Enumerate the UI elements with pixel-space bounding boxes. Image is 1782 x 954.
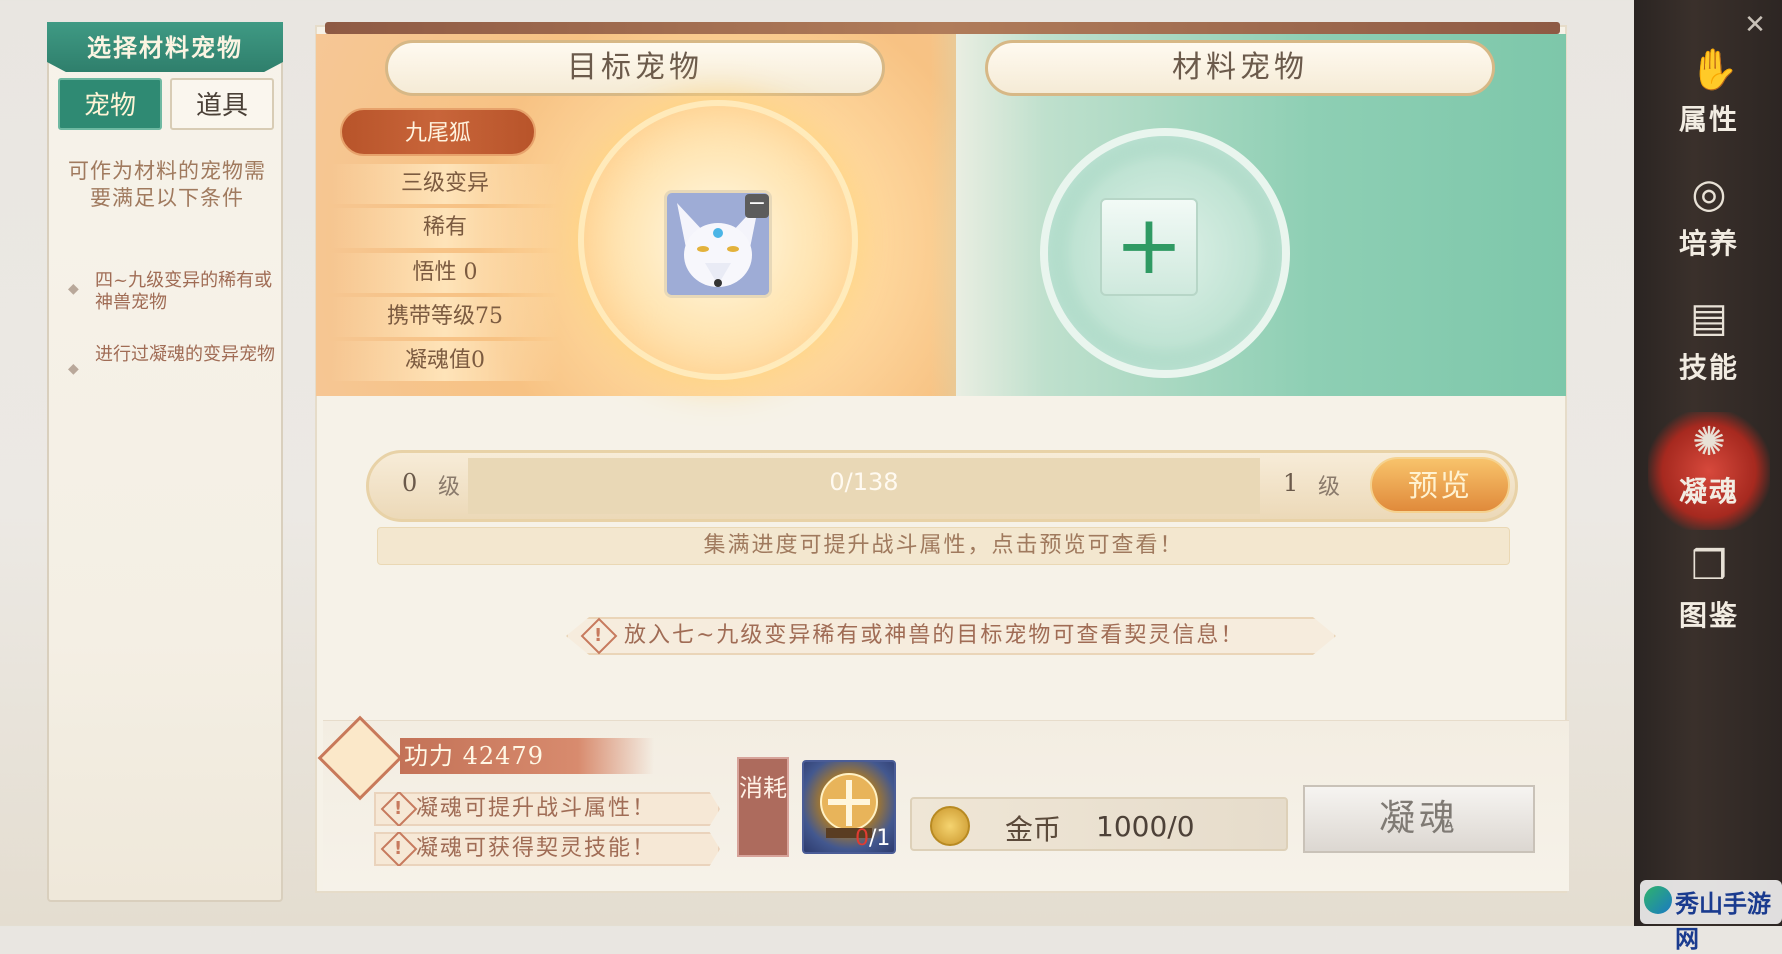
bell-icon: ◎ [1691, 171, 1727, 217]
warning-icon: ! [580, 617, 618, 655]
cost-item-count: 0/1 [855, 826, 890, 851]
tab-pet[interactable]: 宠物 [58, 78, 162, 130]
cost-item-have: 0 [855, 826, 869, 851]
nav-label: 属性 [1678, 103, 1739, 136]
progress-value: 0/138 [829, 468, 899, 496]
nav-label: 图鉴 [1678, 599, 1739, 632]
pet-attribute-soul-value: 凝魂值0 [330, 341, 560, 381]
nav-label: 技能 [1678, 351, 1739, 384]
nav-soul[interactable]: ✺ 凝魂 [1648, 412, 1770, 530]
material-select-panel [47, 22, 283, 902]
watermark-text: 秀山手游网 [1675, 889, 1771, 953]
current-level-unit: 级 [438, 475, 461, 500]
preview-button[interactable]: 预览 [1370, 457, 1510, 513]
plus-icon: + [1114, 198, 1184, 293]
requirement-title: 可作为材料的宠物需要满足以下条件 [68, 159, 266, 210]
warning-icon: ! [380, 832, 418, 866]
next-level-unit: 级 [1318, 475, 1341, 500]
corner-icon[interactable]: ✕ [1740, 10, 1770, 40]
panel-title: 选择材料宠物 [47, 22, 283, 72]
warning-icon: ! [380, 792, 418, 826]
bonus-text: 凝魂可获得契灵技能！ [416, 836, 657, 861]
pet-attribute-carry-level: 携带等级75 [330, 297, 560, 337]
claw-icon: ✋ [1689, 47, 1739, 93]
book-icon: ❒ [1691, 543, 1727, 589]
coin-value: 1000/0 [1096, 810, 1195, 843]
nav-label: 凝魂 [1678, 475, 1739, 508]
pet-attribute-mutation: 三级变异 [330, 164, 560, 204]
nav-attributes[interactable]: ✋ 属性 [1648, 40, 1770, 158]
pet-attribute-rarity: 稀有 [330, 208, 560, 248]
next-level: 1 [1283, 469, 1299, 497]
tab-item[interactable]: 道具 [170, 78, 274, 130]
target-pet-header: 目标宠物 [385, 40, 885, 96]
bonus-item: ! 凝魂可提升战斗属性！ [374, 792, 720, 826]
nav-skills[interactable]: ▤ 技能 [1648, 288, 1770, 406]
pet-name-badge: 九尾狐 [340, 108, 536, 156]
panel-top-border [325, 22, 1560, 34]
requirement-item: 四~九级变异的稀有或神兽宠物 [95, 270, 273, 313]
coin-label: 金币 [1005, 813, 1062, 846]
progress-hint: 集满进度可提升战斗属性，点击预览可查看！ [377, 527, 1510, 565]
requirement-item: 进行过凝魂的变异宠物 [95, 344, 275, 365]
nav-collection[interactable]: ❒ 图鉴 [1648, 536, 1770, 654]
add-material-button[interactable]: + [1100, 198, 1198, 296]
info-banner-text: 放入七~九级变异稀有或神兽的目标宠物可查看契灵信息！ [624, 623, 1245, 648]
info-banner: ! 放入七~九级变异稀有或神兽的目标宠物可查看契灵信息！ [566, 617, 1336, 655]
nav-label: 培养 [1678, 227, 1739, 260]
current-level: 0 [402, 469, 418, 497]
scroll-icon: ▤ [1690, 295, 1728, 341]
pet-attribute-savvy: 悟性 0 [330, 253, 560, 293]
watermark-logo-icon [1644, 886, 1672, 914]
bonus-text: 凝魂可提升战斗属性！ [416, 796, 657, 821]
cost-label: 消耗 [737, 757, 789, 857]
soul-condense-button[interactable]: 凝魂 [1303, 785, 1535, 853]
bullet-icon: ◆ [68, 361, 79, 377]
soul-icon: ✺ [1692, 419, 1726, 465]
coin-icon [930, 806, 970, 846]
nav-training[interactable]: ◎ 培养 [1648, 164, 1770, 282]
bonus-item: ! 凝魂可获得契灵技能！ [374, 832, 720, 866]
cost-item-need: /1 [869, 826, 891, 851]
power-value: 功力 42479 [400, 738, 654, 774]
material-pet-header: 材料宠物 [985, 40, 1495, 96]
minus-icon[interactable]: − [745, 193, 769, 218]
bullet-icon: ◆ [68, 281, 79, 297]
